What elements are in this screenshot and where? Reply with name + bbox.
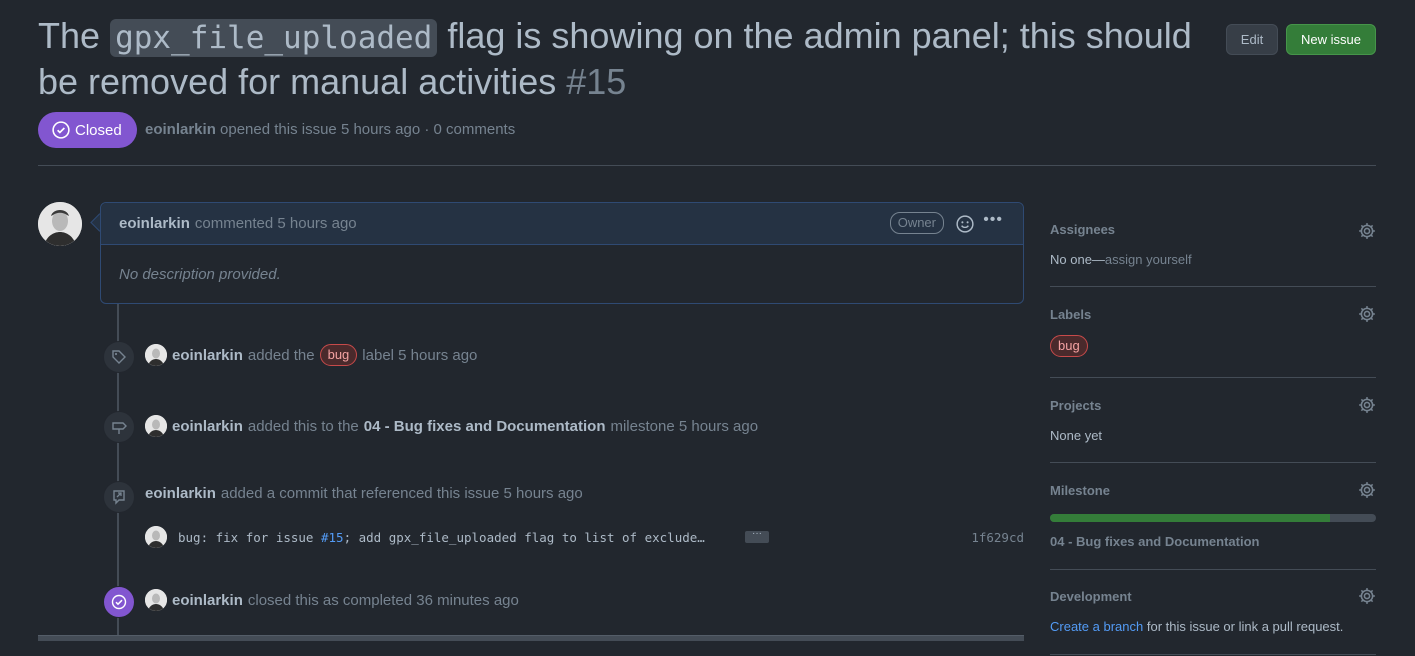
commit-row: bug: fix for issue #15; add gpx_file_upl… xyxy=(145,525,1024,549)
milestone-badge xyxy=(103,411,135,443)
check-circle-icon xyxy=(111,594,127,610)
milestone-progress-fill xyxy=(1050,514,1331,522)
assignees-title[interactable]: Assignees xyxy=(1050,222,1376,237)
event-text: added the xyxy=(247,346,315,364)
sidebar-divider xyxy=(1050,377,1376,378)
event-text: milestone 5 hours ago xyxy=(610,417,759,435)
assign-yourself-link[interactable]: assign yourself xyxy=(1105,252,1192,267)
avatar[interactable] xyxy=(145,344,167,366)
milestone-link[interactable]: 04 - Bug fixes and Documentation xyxy=(364,418,606,435)
comment-body: No description provided. xyxy=(119,266,281,283)
assignees-value: No one— xyxy=(1050,252,1105,267)
owner-badge: Owner xyxy=(889,212,944,234)
milestone-title[interactable]: Milestone xyxy=(1050,483,1376,498)
commit-message-text: bug: fix for issue xyxy=(178,529,321,545)
comment-time[interactable]: commented 5 hours ago xyxy=(195,215,357,232)
projects-value: None yet xyxy=(1050,428,1103,443)
development-title: Development xyxy=(1050,589,1132,604)
closed-badge xyxy=(103,586,135,618)
timeline-end-bar xyxy=(38,635,1024,641)
tag-icon xyxy=(112,350,126,364)
avatar[interactable] xyxy=(145,589,167,611)
event-author[interactable]: eoinlarkin xyxy=(172,347,243,364)
gear-icon[interactable] xyxy=(1358,222,1376,240)
sidebar-divider xyxy=(1050,462,1376,463)
comment-box: eoinlarkin commented 5 hours ago Owner •… xyxy=(100,202,1024,304)
event-text: added this to the xyxy=(247,417,359,435)
commit-badge xyxy=(103,481,135,513)
milestone-name[interactable]: 04 - Bug fixes and Documentation xyxy=(1050,534,1376,549)
event-text: added a commit that referenced this issu… xyxy=(220,485,583,502)
commit-sha[interactable]: 1f629cd xyxy=(971,530,1024,545)
create-branch-link[interactable]: Create a branch xyxy=(1050,619,1143,634)
event-author[interactable]: eoinlarkin xyxy=(172,592,243,609)
avatar[interactable] xyxy=(145,415,167,437)
sidebar-divider xyxy=(1050,286,1376,287)
comment-author[interactable]: eoinlarkin xyxy=(119,215,190,232)
status-badge: Closed xyxy=(38,112,137,148)
status-label: Closed xyxy=(75,121,122,139)
bug-label[interactable]: bug xyxy=(319,344,358,366)
development-text: for this issue or link a pull request. xyxy=(1143,619,1344,634)
event-author[interactable]: eoinlarkin xyxy=(145,485,216,502)
milestone-event: eoinlarkin added this to the 04 - Bug fi… xyxy=(145,415,758,437)
issue-title: The gpx_file_uploaded flag is showing on… xyxy=(38,14,1198,104)
sidebar-divider xyxy=(1050,569,1376,570)
commit-message-text: ; add gpx_file_uploaded flag to list of … xyxy=(343,529,705,545)
commit-event: eoinlarkin added a commit that reference… xyxy=(145,485,583,502)
check-circle-icon xyxy=(52,121,70,139)
gear-icon[interactable] xyxy=(1358,587,1376,605)
new-issue-button[interactable]: New issue xyxy=(1286,24,1376,55)
issue-meta: eoinlarkin opened this issue 5 hours ago… xyxy=(145,121,515,138)
labels-title[interactable]: Labels xyxy=(1050,307,1376,322)
issue-opened-text: opened this issue 5 hours ago · 0 commen… xyxy=(220,121,516,138)
title-code: gpx_file_uploaded xyxy=(110,19,438,57)
label-event: eoinlarkin added the bug label 5 hours a… xyxy=(145,344,477,366)
issue-number: #15 xyxy=(566,61,627,102)
gear-icon[interactable] xyxy=(1358,305,1376,323)
avatar[interactable] xyxy=(38,202,82,246)
title-prefix: The xyxy=(38,15,101,56)
event-text: closed this as completed 36 minutes ago xyxy=(247,591,519,609)
smiley-icon[interactable] xyxy=(956,215,974,233)
milestone-progress-bar xyxy=(1050,514,1376,522)
issue-author[interactable]: eoinlarkin xyxy=(145,121,216,138)
edit-button[interactable]: Edit xyxy=(1226,24,1278,55)
milestone-icon xyxy=(112,422,127,434)
event-text: label 5 hours ago xyxy=(362,346,478,364)
gear-icon[interactable] xyxy=(1358,481,1376,499)
projects-title[interactable]: Projects xyxy=(1050,398,1376,413)
expand-commit-button[interactable]: ··· xyxy=(745,529,769,543)
issue-ref-link[interactable]: #15 xyxy=(321,530,344,545)
commit-message[interactable]: bug: fix for issue #15; add gpx_file_upl… xyxy=(178,530,733,545)
header-divider xyxy=(38,165,1376,166)
event-author[interactable]: eoinlarkin xyxy=(172,418,243,435)
comment-header: eoinlarkin commented 5 hours ago Owner •… xyxy=(101,203,1023,245)
sidebar-development: Development Create a branch for this iss… xyxy=(1050,587,1376,634)
gear-icon[interactable] xyxy=(1358,396,1376,414)
sidebar-divider xyxy=(1050,654,1376,655)
sidebar-assignees: Assignees No one—assign yourself xyxy=(1050,222,1376,267)
sidebar-projects: Projects None yet xyxy=(1050,396,1376,443)
kebab-icon[interactable]: ••• xyxy=(983,211,1003,229)
bug-label[interactable]: bug xyxy=(1050,335,1088,357)
sidebar-milestone: Milestone 04 - Bug fixes and Documentati… xyxy=(1050,481,1376,549)
sidebar-labels: Labels bug xyxy=(1050,305,1376,357)
cross-reference-icon xyxy=(113,490,125,505)
close-event: eoinlarkin closed this as completed 36 m… xyxy=(145,589,519,611)
avatar[interactable] xyxy=(145,526,167,548)
tag-badge xyxy=(103,341,135,373)
